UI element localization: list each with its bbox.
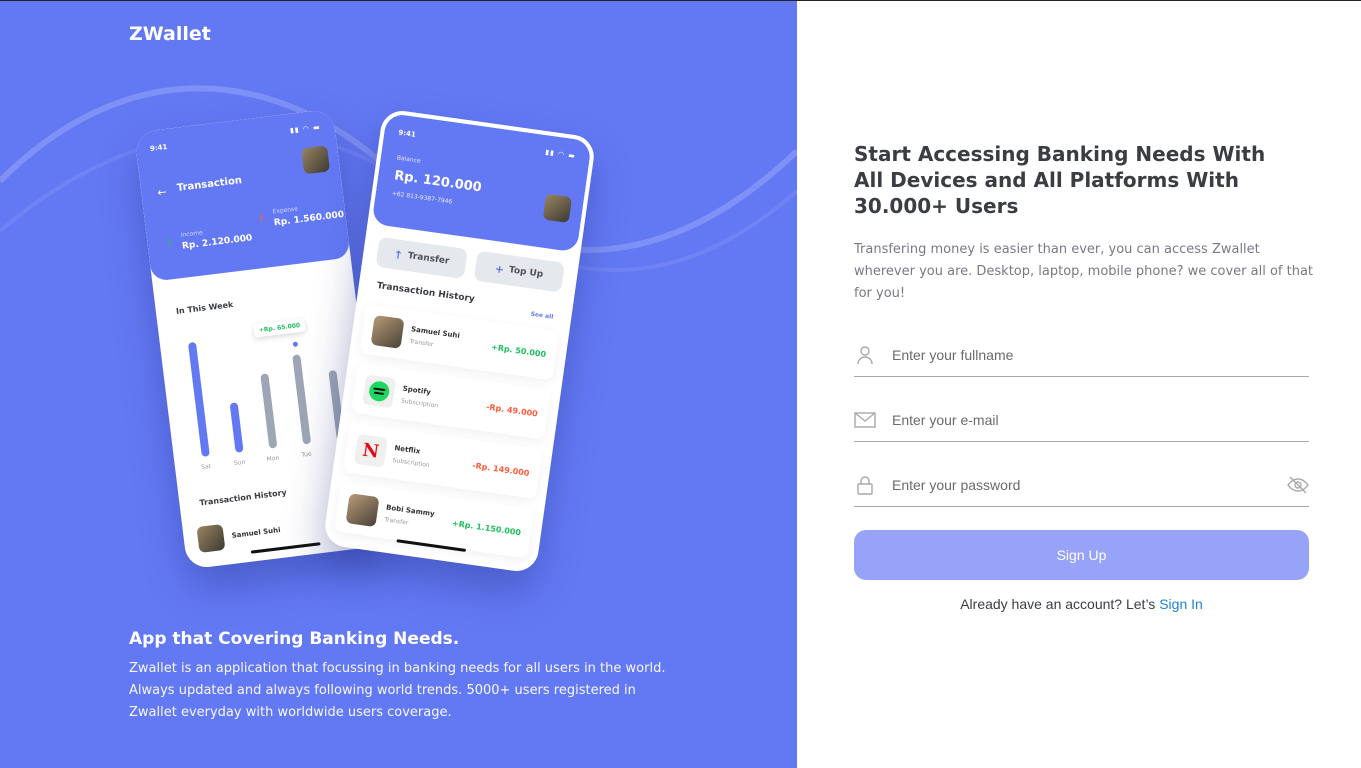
signin-prompt-text: Already have an account? Let’s — [960, 596, 1156, 612]
topup-button: + Top Up — [473, 250, 565, 293]
page-description: Transfering money is easier than ever, y… — [854, 242, 1314, 301]
mail-icon — [854, 409, 876, 431]
eye-off-icon[interactable] — [1287, 474, 1309, 496]
transaction-amount: +Rp. 1.150.000 — [451, 518, 522, 537]
person-avatar-icon — [345, 493, 380, 528]
chart-bar — [260, 373, 278, 449]
lock-icon — [854, 474, 876, 496]
income-stat: Income Rp. 2.120.000 — [180, 223, 253, 252]
back-arrow-icon: ← — [156, 185, 168, 200]
chart-bar — [292, 354, 312, 445]
expense-stat: Expense Rp. 1.560.000 — [272, 200, 345, 228]
phone-header: 9:41 ▮▮ ◠ ▬ ← Transaction ↓ Income Rp. 2… — [133, 108, 351, 282]
email-field — [854, 398, 1309, 442]
expense-arrow-icon: ↑ — [256, 213, 267, 226]
phone-number: +62 813-9387-7946 — [391, 190, 453, 206]
chart-tooltip: +Rp. 65.000 — [253, 318, 306, 338]
history-title: Transaction History — [198, 487, 288, 508]
fullname-field — [854, 333, 1309, 377]
fullname-input[interactable] — [892, 346, 1309, 363]
person-avatar-icon — [370, 314, 405, 349]
chart-point — [291, 340, 300, 349]
plus-icon: + — [493, 261, 505, 276]
status-time: 9:41 — [397, 128, 417, 139]
spotify-icon — [362, 374, 397, 409]
list-item-name: Samuel Suhi — [231, 525, 281, 540]
week-title: In This Week — [175, 300, 234, 316]
transfer-button: ↑ Transfer — [375, 236, 468, 279]
topup-label: Top Up — [508, 265, 544, 280]
history-title: Transaction History — [376, 281, 476, 305]
transaction-type: Transfer — [383, 516, 409, 527]
day-label: Tue — [301, 450, 313, 459]
signin-prompt: Already have an account? Let’s Sign In — [854, 596, 1309, 612]
status-icons: ▮▮ ◠ ▬ — [544, 148, 577, 161]
password-input[interactable] — [892, 476, 1287, 493]
person-icon — [854, 344, 876, 366]
phone-title: Transaction — [176, 175, 243, 194]
avatar — [542, 193, 573, 224]
hero-description: Zwallet is an application that focussing… — [129, 661, 666, 720]
transfer-label: Transfer — [407, 251, 450, 267]
netflix-icon: N — [353, 433, 388, 468]
day-label: Sun — [233, 458, 246, 468]
logo[interactable]: ZWallet — [129, 23, 211, 45]
signup-panel: Start Accessing Banking Needs With All D… — [797, 1, 1361, 768]
avatar — [196, 523, 226, 553]
day-label: Mon — [266, 454, 280, 464]
status-icons: ▮▮ ◠ ▬ — [289, 123, 322, 135]
signin-link[interactable]: Sign In — [1159, 596, 1203, 612]
signup-button[interactable]: Sign Up — [854, 530, 1309, 580]
avatar — [301, 145, 331, 175]
transaction-amount: -Rp. 49.000 — [485, 401, 539, 419]
arrow-up-icon: ↑ — [392, 247, 404, 262]
phone-header: 9:41 ▮▮ ◠ ▬ Balance Rp. 120.000 +62 813-… — [371, 112, 593, 253]
chart-bar — [229, 402, 244, 453]
day-label: Sat — [200, 462, 212, 472]
page-title: Start Accessing Banking Needs With All D… — [854, 142, 1266, 218]
transaction-amount: -Rp. 149.000 — [471, 460, 530, 478]
left-hero-panel: ZWallet 9:41 ▮▮ ◠ ▬ ← Transaction ↓ Inco… — [0, 1, 797, 768]
balance-label: Balance — [396, 154, 422, 165]
chart-bar — [187, 341, 210, 457]
see-all-link: See all — [530, 310, 554, 321]
password-field — [854, 463, 1309, 507]
transaction-amount: +Rp. 50.000 — [490, 342, 547, 359]
email-input[interactable] — [892, 411, 1309, 428]
status-time: 9:41 — [149, 142, 168, 153]
income-arrow-icon: ↓ — [164, 236, 175, 249]
hero-heading: App that Covering Banking Needs. — [129, 629, 460, 649]
